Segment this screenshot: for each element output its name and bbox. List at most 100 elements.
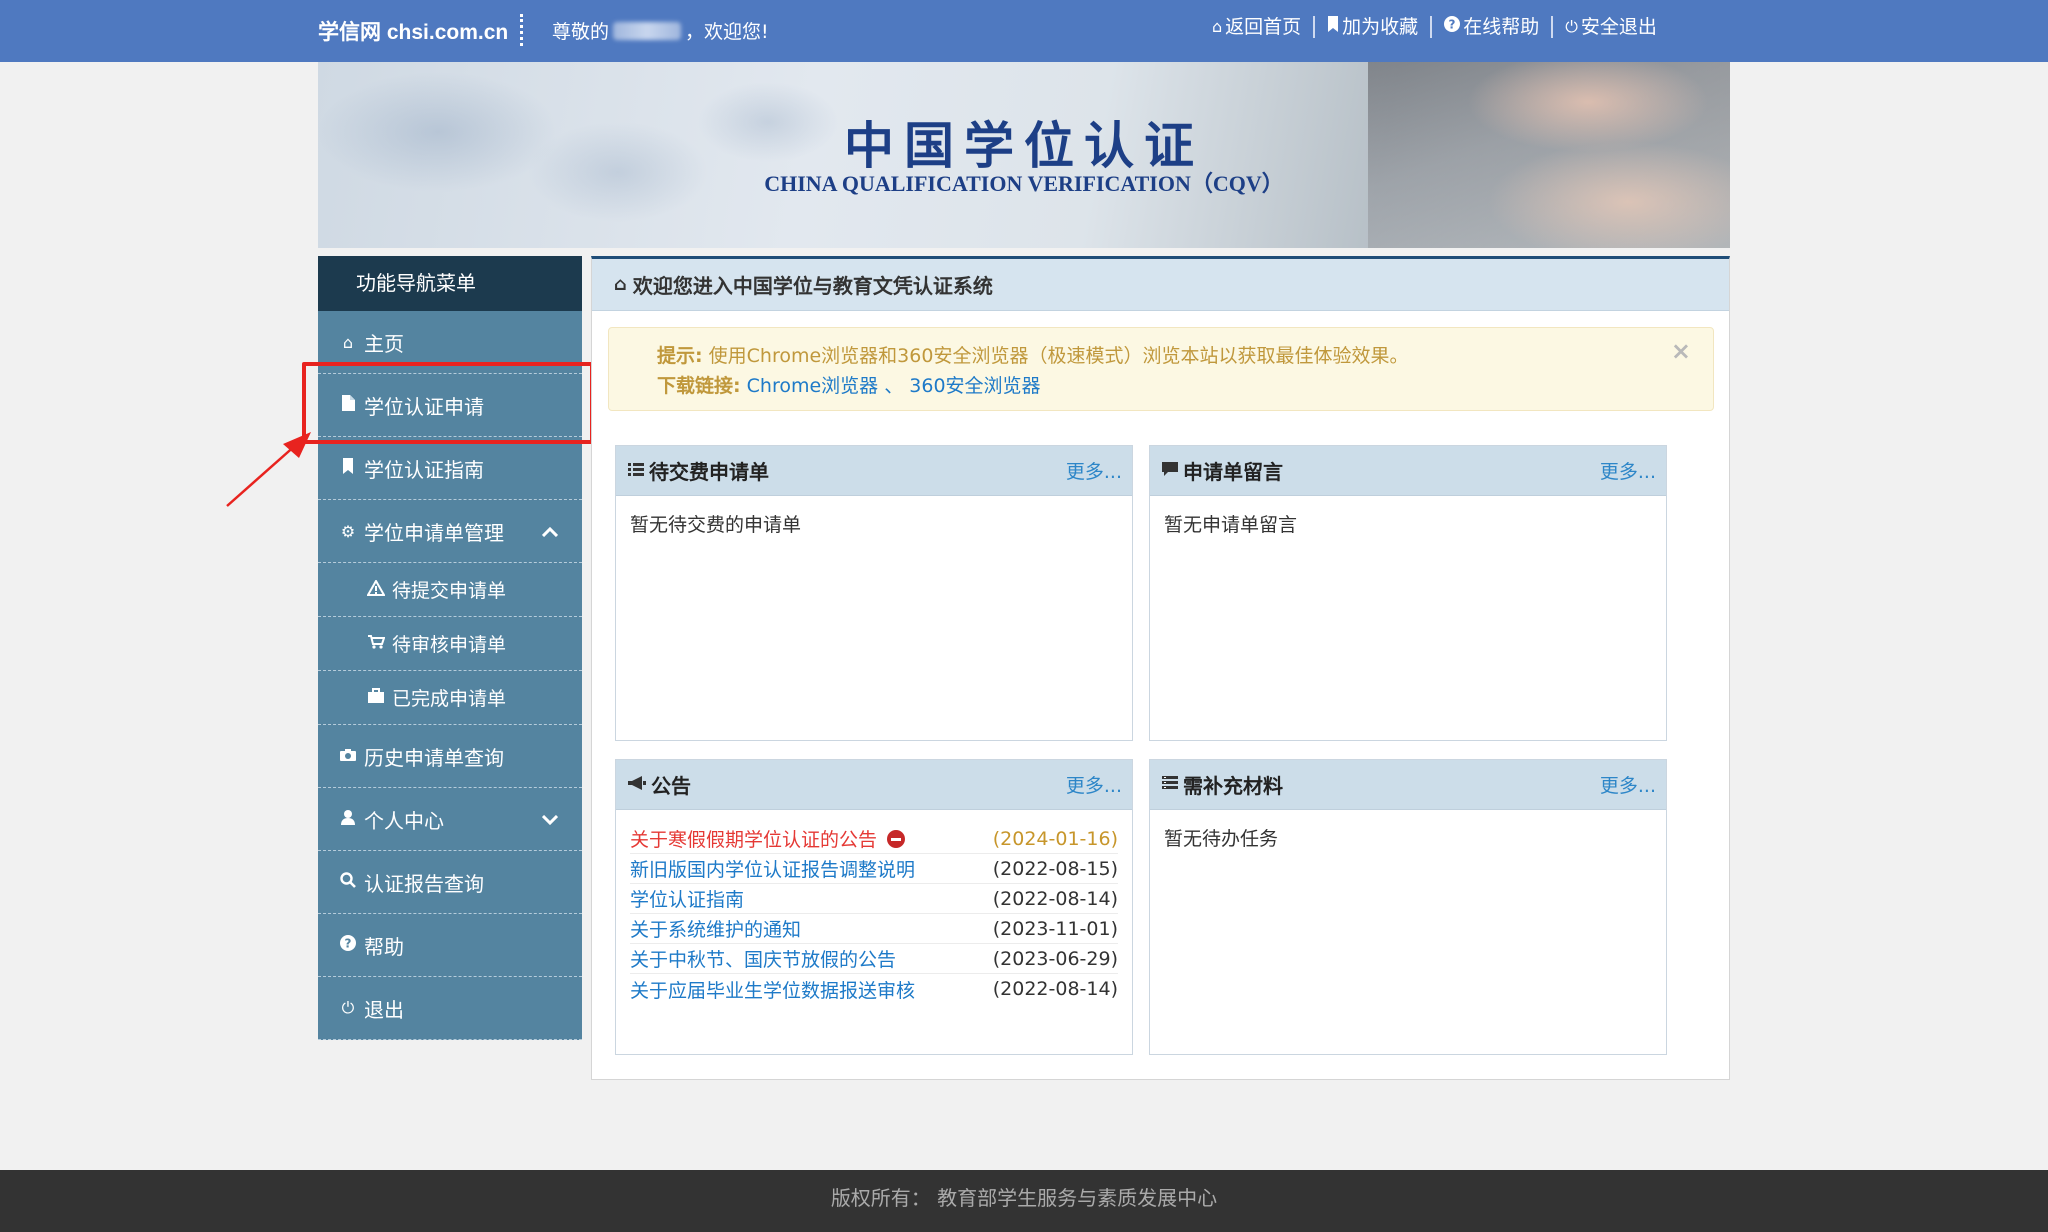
notice-link[interactable]: 关于系统维护的通知 [630, 915, 801, 942]
more-link[interactable]: 更多... [1066, 771, 1122, 798]
link-separator: 、 [878, 375, 904, 397]
help-link[interactable]: ? 在线帮助 [1430, 16, 1551, 38]
panel-header: 申请单留言 更多... [1150, 446, 1666, 496]
panel-title: 申请单留言 [1183, 460, 1283, 484]
site-brand[interactable]: 学信网 chsi.com.cn [318, 16, 508, 46]
browser-tip-alert: × 提示: 使用Chrome浏览器和360安全浏览器（极速模式）浏览本站以获取最… [608, 327, 1714, 411]
notice-link[interactable]: 关于中秋节、国庆节放假的公告 [630, 945, 896, 972]
list-icon [628, 461, 644, 481]
comment-icon [1162, 461, 1178, 481]
sidebar-item-personal-center[interactable]: 个人中心 [318, 788, 582, 851]
logout-link[interactable]: ⏻ 安全退出 [1551, 16, 1669, 38]
sidebar-item-pending-review[interactable]: 待审核申请单 [318, 617, 582, 671]
panel-empty-text: 暂无申请单留言 [1164, 514, 1298, 536]
more-link[interactable]: 更多... [1600, 457, 1656, 484]
download-line: 下载链接: Chrome浏览器 、 360安全浏览器 [657, 371, 1713, 401]
question-icon: ? [1444, 16, 1461, 38]
warning-icon [364, 578, 388, 600]
sidebar-item-help[interactable]: ? 帮助 [318, 914, 582, 977]
panel-header: 待交费申请单 更多... [616, 446, 1132, 496]
messages-panel: 申请单留言 更多... 暂无申请单留言 [1149, 445, 1667, 741]
sidebar-item-report-query[interactable]: 认证报告查询 [318, 851, 582, 914]
bookmark-link[interactable]: 加为收藏 [1313, 16, 1430, 38]
gear-icon: ⚙ [340, 521, 356, 541]
bookmark-icon [1327, 16, 1339, 38]
tasks-icon [1162, 775, 1178, 795]
list-item: 关于中秋节、国庆节放假的公告 (2023-06-29) [630, 944, 1118, 974]
notice-date: (2022-08-15) [992, 857, 1118, 880]
sidebar-item-label: 学位申请单管理 [364, 520, 504, 545]
sidebar-item-logout[interactable]: ⏻ 退出 [318, 977, 582, 1040]
sidebar-header: 功能导航菜单 [318, 256, 582, 311]
highlight-arrow-icon [226, 432, 311, 507]
notice-date: (2023-11-01) [992, 917, 1118, 940]
question-icon: ? [336, 935, 360, 955]
briefcase-icon [364, 687, 388, 708]
panel-title: 需补充材料 [1183, 774, 1283, 798]
sidebar-item-label: 学位认证指南 [364, 457, 484, 482]
bookmark-icon [336, 458, 360, 478]
top-links: ⌂ 返回首页 加为收藏 ? 在线帮助 ⏻ 安全退出 [1200, 16, 1669, 38]
masked-username [613, 21, 682, 40]
materials-panel: 需补充材料 更多... 暂无待办任务 [1149, 759, 1667, 1055]
list-item: 关于寒假假期学位认证的公告 (2024-01-16) [630, 824, 1118, 854]
notice-link[interactable]: 新旧版国内学位认证报告调整说明 [630, 855, 915, 882]
sidebar-item-label: 待提交申请单 [392, 580, 507, 602]
svg-text:?: ? [1449, 18, 1456, 32]
panel-header: 需补充材料 更多... [1150, 760, 1666, 810]
chevron-down-icon [541, 810, 559, 829]
notice-link[interactable]: 关于寒假假期学位认证的公告 [630, 825, 906, 852]
notice-date: (2022-08-14) [992, 887, 1118, 910]
camera-icon [336, 747, 360, 766]
header-banner: 中国学位认证 CHINA QUALIFICATION VERIFICATION（… [318, 62, 1730, 248]
sidebar-item-label: 已完成申请单 [392, 688, 507, 710]
panel-title: 公告 [651, 774, 691, 798]
sidebar-item-history-query[interactable]: 历史申请单查询 [318, 725, 582, 788]
notice-link[interactable]: 学位认证指南 [630, 885, 744, 912]
file-icon [336, 395, 360, 415]
help-link-label: 在线帮助 [1463, 16, 1540, 38]
chrome-download-link[interactable]: Chrome浏览器 [747, 375, 879, 397]
notice-link[interactable]: 关于应届毕业生学位数据报送审核 [630, 976, 915, 1003]
notices-panel: 公告 更多... 关于寒假假期学位认证的公告 (2024-01-16) 新旧版国… [615, 759, 1133, 1055]
sidebar-nav: 功能导航菜单 ⌂ 主页 学位认证申请 学位认证指南 ⚙ 学位申请单管理 待提交申… [318, 256, 582, 1040]
panel-empty-text: 暂无待办任务 [1164, 828, 1279, 850]
home-icon: ⌂ [1212, 17, 1223, 36]
tip-text: 使用Chrome浏览器和360安全浏览器（极速模式）浏览本站以获取最佳体验效果。 [702, 345, 1409, 367]
banner-title-en: CHINA QUALIFICATION VERIFICATION（CQV） [764, 171, 1284, 196]
home-link[interactable]: ⌂ 返回首页 [1200, 16, 1313, 38]
svg-text:?: ? [345, 937, 352, 951]
main-header: ⌂ 欢迎您进入中国学位与教育文凭认证系统 [592, 259, 1729, 311]
greeting-prefix: 尊敬的 [552, 21, 610, 43]
tip-line: 提示: 使用Chrome浏览器和360安全浏览器（极速模式）浏览本站以获取最佳体… [657, 341, 1713, 371]
home-icon: ⌂ [614, 274, 627, 295]
360-download-link[interactable]: 360安全浏览器 [909, 375, 1040, 397]
sidebar-item-pending-submit[interactable]: 待提交申请单 [318, 563, 582, 617]
list-item: 关于系统维护的通知 (2023-11-01) [630, 914, 1118, 944]
sidebar-item-label: 主页 [364, 331, 404, 356]
more-link[interactable]: 更多... [1066, 457, 1122, 484]
sidebar-item-label: 认证报告查询 [364, 871, 484, 896]
download-label: 下载链接: [657, 375, 741, 397]
sidebar-item-home[interactable]: ⌂ 主页 [318, 311, 582, 374]
brand-divider [520, 14, 523, 46]
panel-empty-text: 暂无待交费的申请单 [630, 514, 802, 536]
sidebar-item-degree-application[interactable]: 学位认证申请 [318, 374, 582, 437]
copyright-text: 版权所有： 教育部学生服务与素质发展中心 [830, 1186, 1218, 1210]
list-item: 新旧版国内学位认证报告调整说明 (2022-08-15) [630, 854, 1118, 884]
panel-title: 待交费申请单 [649, 460, 769, 484]
sidebar-item-label: 待审核申请单 [392, 634, 507, 656]
notice-date: (2022-08-14) [992, 978, 1118, 1000]
user-icon [336, 809, 360, 829]
list-item: 关于应届毕业生学位数据报送审核 (2022-08-14) [630, 974, 1118, 1004]
sidebar-item-completed[interactable]: 已完成申请单 [318, 671, 582, 725]
more-link[interactable]: 更多... [1600, 771, 1656, 798]
sidebar-item-application-management[interactable]: ⚙ 学位申请单管理 [318, 500, 582, 563]
bookmark-link-label: 加为收藏 [1342, 16, 1419, 38]
close-icon[interactable]: × [1671, 336, 1691, 366]
panel-header: 公告 更多... [616, 760, 1132, 810]
sidebar-item-degree-guide[interactable]: 学位认证指南 [318, 437, 582, 500]
cart-icon [364, 634, 388, 654]
sidebar-item-label: 帮助 [364, 934, 404, 959]
notice-title: 关于寒假假期学位认证的公告 [630, 829, 878, 851]
